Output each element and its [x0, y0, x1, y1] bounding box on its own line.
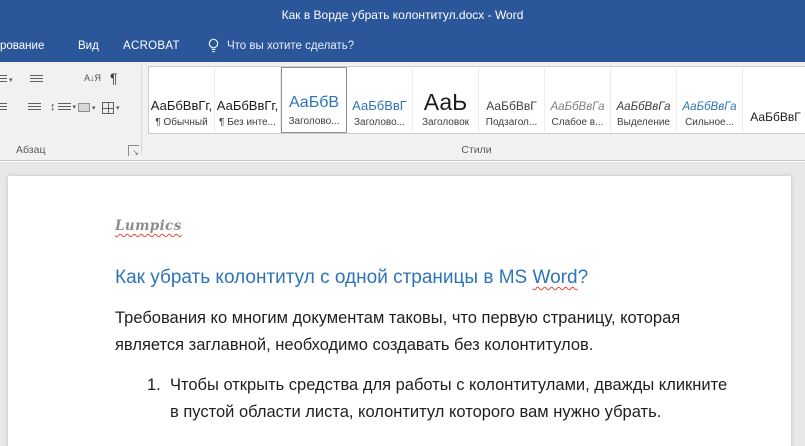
style-preview: АаБбВвГ — [750, 110, 800, 124]
document-paragraph: Требования ко многим документам таковы, … — [115, 305, 680, 359]
style-label: ¶ Обычный — [155, 117, 207, 128]
tab-view[interactable]: Вид — [78, 30, 99, 62]
align-left-icon[interactable] — [0, 103, 7, 112]
style-preview: АаБбВвГа — [683, 101, 737, 113]
style-label: Слабое в... — [552, 117, 604, 128]
style-no-spacing[interactable]: АаБбВвГг, ¶ Без инте... — [215, 67, 281, 133]
styles-group-label: Стили — [148, 144, 805, 156]
borders-icon[interactable]: ▾ — [102, 102, 120, 114]
list-text: Чтобы открыть средства для работы с коло… — [170, 372, 727, 426]
list-number: 1. — [147, 372, 170, 426]
align-justify-icon[interactable] — [28, 103, 41, 112]
style-preview: АаБбВ — [289, 94, 339, 112]
tell-me-box[interactable]: Что вы хотите сделать? — [207, 30, 354, 62]
line-spacing-icon[interactable]: ↕ ▾ — [50, 101, 76, 113]
style-label: Выделение — [617, 117, 670, 128]
style-label: Заголовок — [422, 117, 469, 128]
paragraph-line: Требования ко многим документам таковы, … — [115, 305, 680, 332]
shading-icon[interactable]: ▾ — [78, 103, 96, 112]
heading-punctuation: ? — [578, 267, 589, 288]
heading-misspelled-word: Word — [533, 267, 578, 288]
style-heading2[interactable]: АаБбВвГ Заголово... — [347, 67, 413, 133]
document-page[interactable]: Lumpics Как убрать колонтитул с одной ст… — [8, 176, 791, 446]
style-preview: АаБбВвГг, — [151, 98, 212, 113]
style-heading1[interactable]: АаБбВ Заголово... — [281, 67, 347, 133]
group-separator — [141, 65, 142, 155]
chevron-down-icon: ▾ — [73, 103, 77, 111]
style-intense-emphasis[interactable]: АаБбВвГа Сильное... — [677, 67, 743, 133]
chevron-down-icon: ▾ — [116, 104, 120, 112]
document-heading: Как убрать колонтитул с одной страницы в… — [115, 267, 588, 289]
paragraph-group-label: Абзац — [16, 144, 45, 156]
style-label: ¶ Без инте... — [219, 117, 276, 128]
tell-me-label: Что вы хотите сделать? — [227, 40, 354, 52]
sort-glyph: А↓Я — [84, 73, 101, 83]
style-label: Сильное... — [685, 117, 734, 128]
numbered-list-item: 1. Чтобы открыть средства для работы с к… — [147, 372, 727, 426]
paragraph-line: является заглавной, необходимо создавать… — [115, 332, 680, 359]
grid-glyph — [102, 102, 114, 114]
style-label: Заголово... — [289, 116, 340, 127]
document-area: Lumpics Как убрать колонтитул с одной ст… — [0, 162, 805, 446]
document-logo-text: Lumpics — [115, 218, 182, 234]
style-preview: АаБбВвГа — [551, 101, 605, 113]
align-glyph — [0, 103, 7, 112]
style-partial[interactable]: АаБбВвГ — [743, 67, 805, 133]
tab-acrobat[interactable]: ACROBAT — [123, 30, 180, 62]
paragraph-dialog-launcher[interactable]: ↘ — [128, 145, 139, 156]
styles-gallery: АаБбВвГг, ¶ Обычный АаБбВвГг, ¶ Без инте… — [148, 66, 805, 134]
list-glyph — [0, 75, 7, 84]
multilevel-list-icon[interactable] — [30, 75, 43, 84]
style-subtle-emphasis[interactable]: АаБбВвГа Слабое в... — [545, 67, 611, 133]
style-normal[interactable]: АаБбВвГг, ¶ Обычный — [149, 67, 215, 133]
style-subtitle[interactable]: АаБбВвГ Подзагол... — [479, 67, 545, 133]
updown-glyph: ↕ — [50, 101, 56, 113]
style-preview: АаБбВвГг, — [217, 98, 278, 113]
title-bar: Как в Ворде убрать колонтитул.docx - Wor… — [0, 0, 805, 30]
pilcrow-glyph: ¶ — [110, 70, 118, 86]
launcher-arrow-glyph: ↘ — [132, 149, 139, 157]
heading-text: Как убрать колонтитул с одной страницы в… — [115, 267, 533, 288]
ribbon-tab-bar: рование Вид ACROBAT Что вы хотите сделат… — [0, 30, 805, 62]
style-label: Подзагол... — [486, 117, 537, 128]
style-preview: АаБбВвГа — [617, 101, 671, 113]
window-title: Как в Ворде убрать колонтитул.docx - Wor… — [282, 8, 524, 22]
style-emphasis[interactable]: АаБбВвГа Выделение — [611, 67, 677, 133]
align-glyph — [28, 103, 41, 112]
line-glyph — [58, 103, 71, 112]
style-preview: АаБбВвГ — [352, 98, 407, 113]
style-preview: АаЬ — [424, 89, 467, 116]
list-glyph — [30, 75, 43, 84]
chevron-down-icon: ▾ — [92, 104, 96, 112]
pilcrow-icon[interactable]: ¶ — [110, 70, 118, 86]
style-preview: АаБбВвГ — [486, 99, 536, 113]
style-label: Заголово... — [354, 117, 405, 128]
word-window: Как в Ворде убрать колонтитул.docx - Wor… — [0, 0, 805, 446]
shade-glyph — [78, 103, 90, 112]
sort-icon[interactable]: А↓Я — [84, 73, 101, 83]
list-line: в пустой области листа, колонтитул котор… — [170, 399, 727, 426]
list-line: Чтобы открыть средства для работы с коло… — [170, 372, 727, 399]
style-title[interactable]: АаЬ Заголовок — [413, 67, 479, 133]
chevron-down-icon: ▾ — [9, 76, 13, 84]
bullet-list-icon[interactable]: ▾ — [0, 75, 13, 84]
tab-review-partial[interactable]: рование — [0, 30, 44, 62]
ribbon: ▾ А↓Я ¶ ↕ ▾ ▾ ▾ — [0, 62, 805, 161]
lightbulb-icon — [207, 38, 220, 54]
